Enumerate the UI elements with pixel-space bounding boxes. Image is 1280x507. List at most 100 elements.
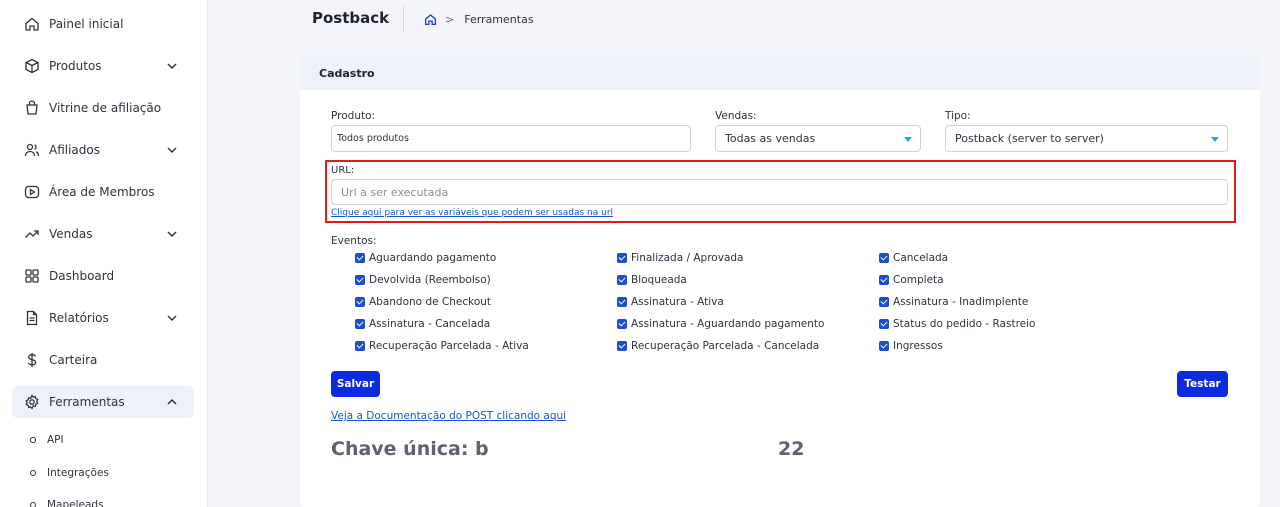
event-checkbox[interactable]: Cancelada bbox=[879, 252, 948, 264]
event-checkbox[interactable]: Assinatura - Inadimplente bbox=[879, 296, 1028, 308]
test-button[interactable]: Testar bbox=[1177, 371, 1228, 397]
sidebar-subitem-api[interactable]: API bbox=[30, 434, 64, 446]
documentation-link[interactable]: Veja a Documentação do POST clicando aqu… bbox=[331, 410, 566, 422]
checkbox-checked-icon[interactable] bbox=[617, 297, 627, 307]
tipo-label: Tipo: bbox=[945, 110, 971, 122]
checkbox-checked-icon[interactable] bbox=[355, 253, 365, 263]
dropdown-caret-icon bbox=[904, 137, 912, 142]
page-title: Postback bbox=[312, 9, 390, 27]
checkbox-checked-icon[interactable] bbox=[879, 341, 889, 351]
bullet-icon bbox=[30, 502, 36, 507]
event-label: Abandono de Checkout bbox=[369, 296, 492, 308]
sidebar-item-label: Vendas bbox=[49, 227, 93, 241]
event-checkbox[interactable]: Completa bbox=[879, 274, 944, 286]
event-label: Completa bbox=[893, 274, 944, 286]
sidebar-item-label: Vitrine de afiliação bbox=[49, 101, 162, 115]
users-icon bbox=[24, 142, 40, 158]
chevron-down-icon[interactable] bbox=[166, 312, 178, 324]
vendas-select-value: Todas as vendas bbox=[725, 132, 816, 145]
event-checkbox[interactable]: Abandono de Checkout bbox=[355, 296, 491, 308]
url-variables-link[interactable]: Clique aqui para ver as variáveis que po… bbox=[331, 208, 613, 218]
dollar-icon bbox=[24, 352, 40, 368]
event-label: Assinatura - Cancelada bbox=[369, 318, 491, 330]
event-checkbox[interactable]: Recuperação Parcelada - Ativa bbox=[355, 340, 529, 352]
checkbox-checked-icon[interactable] bbox=[355, 319, 365, 329]
checkbox-checked-icon[interactable] bbox=[617, 253, 627, 263]
event-label: Ingressos bbox=[893, 340, 943, 352]
event-label: Devolvida (Reembolso) bbox=[369, 274, 491, 286]
event-checkbox[interactable]: Recuperação Parcelada - Cancelada bbox=[617, 340, 819, 352]
chevron-down-icon[interactable] bbox=[166, 144, 178, 156]
produto-field[interactable]: Todos produtos bbox=[331, 125, 691, 152]
sidebar-subitem-label: API bbox=[47, 434, 64, 446]
event-label: Recuperação Parcelada - Cancelada bbox=[631, 340, 820, 352]
chevron-up-icon[interactable] bbox=[166, 396, 178, 408]
event-checkbox[interactable]: Devolvida (Reembolso) bbox=[355, 274, 491, 286]
home-icon[interactable] bbox=[424, 13, 437, 26]
event-checkbox[interactable]: Ingressos bbox=[879, 340, 943, 352]
sidebar-item-label: Relatórios bbox=[49, 311, 109, 325]
event-label: Cancelada bbox=[893, 252, 949, 264]
tipo-select-value: Postback (server to server) bbox=[955, 132, 1104, 145]
sidebar-item-carteira[interactable]: Carteira bbox=[12, 344, 194, 376]
sidebar-item-label: Painel inicial bbox=[49, 17, 124, 31]
event-label: Assinatura - Ativa bbox=[631, 296, 724, 308]
sidebar-subitem-integracoes[interactable]: Integrações bbox=[30, 467, 109, 479]
sidebar-item-vitrine[interactable]: Vitrine de afiliação bbox=[12, 92, 194, 124]
event-label: Assinatura - Inadimplente bbox=[893, 296, 1029, 308]
checkbox-checked-icon[interactable] bbox=[879, 297, 889, 307]
checkbox-checked-icon[interactable] bbox=[355, 341, 365, 351]
event-label: Assinatura - Aguardando pagamento bbox=[631, 318, 825, 330]
sidebar-item-ferramentas[interactable]: Ferramentas bbox=[12, 386, 194, 418]
sidebar-subitem-label: Integrações bbox=[47, 467, 109, 479]
event-checkbox[interactable]: Assinatura - Cancelada bbox=[355, 318, 490, 330]
event-checkbox[interactable]: Assinatura - Aguardando pagamento bbox=[617, 318, 824, 330]
sidebar-item-label: Dashboard bbox=[49, 269, 115, 283]
sidebar-item-produtos[interactable]: Produtos bbox=[12, 50, 194, 82]
checkbox-checked-icon[interactable] bbox=[879, 319, 889, 329]
checkbox-checked-icon[interactable] bbox=[355, 297, 365, 307]
event-checkbox[interactable]: Assinatura - Ativa bbox=[617, 296, 724, 308]
sidebar-item-dashboard[interactable]: Dashboard bbox=[12, 260, 194, 292]
sidebar-subitem-mapeleads[interactable]: Mapeleads bbox=[30, 499, 104, 507]
sidebar-subitem-label: Mapeleads bbox=[47, 499, 104, 507]
breadcrumb-item[interactable]: Ferramentas bbox=[464, 13, 533, 26]
vendas-select[interactable]: Todas as vendas bbox=[715, 125, 921, 152]
home-icon bbox=[24, 16, 40, 32]
checkbox-checked-icon[interactable] bbox=[617, 341, 627, 351]
url-label: URL: bbox=[331, 165, 355, 176]
sidebar-item-label: Área de Membros bbox=[49, 185, 155, 199]
checkbox-checked-icon[interactable] bbox=[355, 275, 365, 285]
save-button[interactable]: Salvar bbox=[331, 371, 380, 397]
checkbox-checked-icon[interactable] bbox=[617, 319, 627, 329]
tipo-select[interactable]: Postback (server to server) bbox=[945, 125, 1228, 152]
breadcrumb-separator: > bbox=[445, 13, 455, 26]
sidebar-item-label: Carteira bbox=[49, 353, 98, 367]
event-checkbox[interactable]: Status do pedido - Rastreio bbox=[879, 318, 1035, 330]
event-checkbox[interactable]: Finalizada / Aprovada bbox=[617, 252, 743, 264]
sidebar-item-label: Afiliados bbox=[49, 143, 100, 157]
event-label: Bloqueada bbox=[631, 274, 687, 286]
shopping-bag-icon bbox=[24, 100, 40, 116]
grid-icon bbox=[24, 268, 40, 284]
chevron-down-icon[interactable] bbox=[166, 60, 178, 72]
event-checkbox[interactable]: Bloqueada bbox=[617, 274, 687, 286]
checkbox-checked-icon[interactable] bbox=[879, 253, 889, 263]
header-divider bbox=[403, 6, 404, 31]
checkbox-checked-icon[interactable] bbox=[879, 275, 889, 285]
sidebar-item-relatorios[interactable]: Relatórios bbox=[12, 302, 194, 334]
url-input[interactable]: Url a ser executada bbox=[331, 179, 1228, 205]
trending-icon bbox=[24, 226, 40, 242]
sidebar-item-afiliados[interactable]: Afiliados bbox=[12, 134, 194, 166]
sidebar-item-painel-inicial[interactable]: Painel inicial bbox=[12, 8, 194, 40]
checkbox-checked-icon[interactable] bbox=[617, 275, 627, 285]
bullet-icon bbox=[30, 437, 36, 443]
play-icon bbox=[24, 184, 40, 200]
eventos-label: Eventos: bbox=[331, 235, 377, 247]
chevron-down-icon[interactable] bbox=[166, 228, 178, 240]
event-checkbox[interactable]: Aguardando pagamento bbox=[355, 252, 496, 264]
sidebar-item-area-de-membros[interactable]: Área de Membros bbox=[12, 176, 194, 208]
breadcrumb: > Ferramentas bbox=[424, 13, 534, 26]
sidebar-item-vendas[interactable]: Vendas bbox=[12, 218, 194, 250]
sidebar-item-label: Ferramentas bbox=[49, 395, 125, 409]
